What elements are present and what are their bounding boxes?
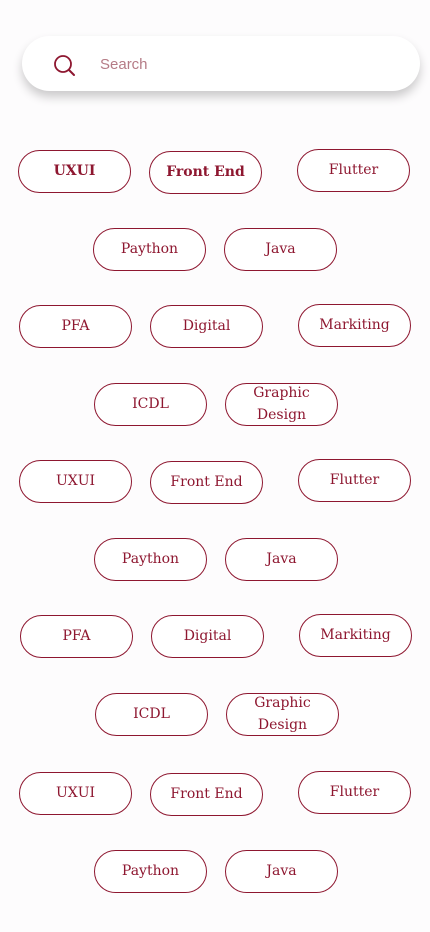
chip-flutter[interactable]: Flutter bbox=[298, 459, 411, 502]
chip-uxui[interactable]: UXUI bbox=[18, 150, 131, 193]
chip-front-end[interactable]: Front End bbox=[150, 773, 263, 816]
chip-uxui[interactable]: UXUI bbox=[19, 772, 132, 815]
chip-flutter[interactable]: Flutter bbox=[298, 771, 411, 814]
chip-icdl[interactable]: ICDL bbox=[95, 693, 208, 736]
chip-flutter[interactable]: Flutter bbox=[297, 149, 410, 192]
chip-front-end[interactable]: Front End bbox=[149, 151, 262, 194]
chip-paython[interactable]: Paython bbox=[93, 228, 206, 271]
chip-digital[interactable]: Digital bbox=[150, 305, 263, 348]
chip-markiting[interactable]: Markiting bbox=[299, 614, 412, 657]
chip-markiting[interactable]: Markiting bbox=[298, 304, 411, 347]
chip-pfa[interactable]: PFA bbox=[20, 615, 133, 658]
chip-icdl[interactable]: ICDL bbox=[94, 383, 207, 426]
chip-front-end[interactable]: Front End bbox=[150, 461, 263, 504]
search-bar[interactable] bbox=[22, 36, 420, 91]
search-input[interactable] bbox=[100, 44, 390, 84]
chip-digital[interactable]: Digital bbox=[151, 615, 264, 658]
chip-uxui[interactable]: UXUI bbox=[19, 460, 132, 503]
chip-java[interactable]: Java bbox=[225, 850, 338, 893]
chip-java[interactable]: Java bbox=[224, 228, 337, 271]
chip-java[interactable]: Java bbox=[225, 538, 338, 581]
chip-paython[interactable]: Paython bbox=[94, 538, 207, 581]
chip-graphic-design[interactable]: Graphic Design bbox=[226, 693, 339, 736]
chip-paython[interactable]: Paython bbox=[94, 850, 207, 893]
chip-pfa[interactable]: PFA bbox=[19, 305, 132, 348]
chip-graphic-design[interactable]: Graphic Design bbox=[225, 383, 338, 426]
